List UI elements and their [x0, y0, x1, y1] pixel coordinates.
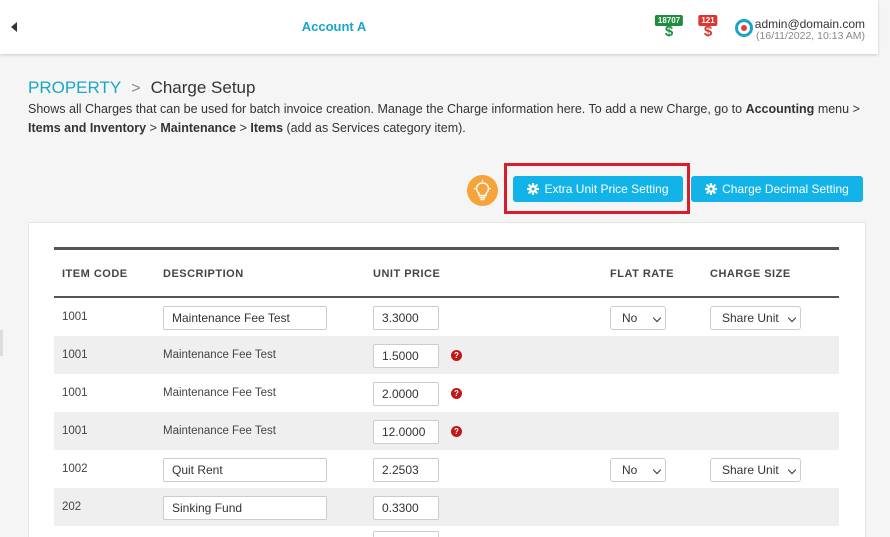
description-sep: > — [852, 102, 860, 116]
item-code: 202 — [62, 501, 82, 513]
item-code: 1001 — [62, 387, 88, 399]
table-header: ITEM CODE DESCRIPTION UNIT PRICE FLAT RA… — [54, 247, 839, 298]
item-code: 1001 — [62, 311, 88, 323]
flat-rate-value: No — [622, 311, 638, 325]
money-out-glyph: $ — [703, 23, 713, 40]
chevron-down-icon — [787, 313, 797, 323]
unit-price-input[interactable]: 1.5000 — [373, 344, 439, 368]
table-row: 1002 Quit Rent 2.2503 No Share Unit — [54, 450, 839, 488]
flat-rate-value: No — [622, 463, 638, 477]
table-row: 1001 Maintenance Fee Test 12.0000 ? — [54, 412, 839, 450]
charge-size-value: Share Unit — [722, 311, 779, 325]
side-panel-handle[interactable] — [0, 330, 3, 356]
table-row: 202 Sinking Fund 0.3300 — [54, 488, 839, 526]
table-row: 1001 Maintenance Fee Test 3.3000 No Shar… — [54, 298, 839, 336]
charge-decimal-setting-button[interactable]: Charge Decimal Setting — [691, 176, 863, 202]
charge-decimal-label: Charge Decimal Setting — [722, 182, 849, 196]
gear-icon — [527, 183, 540, 195]
header-unit-price: UNIT PRICE — [373, 268, 441, 280]
money-in-glyph: $ — [664, 23, 674, 40]
item-code: 1001 — [62, 425, 88, 437]
charge-size-value: Share Unit — [722, 463, 779, 477]
unit-price-input[interactable]: 2.2503 — [373, 458, 439, 482]
flat-rate-select[interactable]: No — [610, 306, 666, 330]
description-sep: > — [149, 121, 157, 135]
description-input[interactable]: Sinking Fund — [163, 496, 327, 520]
description-text: Maintenance Fee Test — [163, 425, 276, 437]
flat-rate-select[interactable]: No — [610, 458, 666, 482]
unit-price-input[interactable]: 12.0000 — [373, 420, 439, 444]
description-sep: > — [239, 121, 247, 135]
chevron-down-icon — [652, 465, 662, 475]
back-arrow-icon[interactable] — [11, 22, 17, 32]
description-items-inventory: Items and Inventory — [28, 121, 147, 135]
item-code: 1001 — [62, 349, 88, 361]
table-row: 1001 Maintenance Fee Test 2.0000 ? — [54, 374, 839, 412]
charges-table: ITEM CODE DESCRIPTION UNIT PRICE FLAT RA… — [54, 247, 839, 537]
description-menu-word: menu — [817, 102, 850, 116]
header-charge-size: CHARGE SIZE — [710, 268, 791, 280]
charge-size-select[interactable]: Share Unit — [710, 458, 801, 482]
breadcrumb-property[interactable]: PROPERTY — [28, 78, 121, 97]
lightbulb-icon[interactable] — [467, 175, 498, 206]
account-title: Account A — [301, 19, 367, 34]
table-row: 1001 Maintenance Fee Test 1.5000 ? — [54, 336, 839, 374]
unit-price-input[interactable]: 2.0000 — [373, 382, 439, 406]
user-email[interactable]: admin@domain.com — [755, 17, 865, 31]
header-description: DESCRIPTION — [163, 268, 244, 280]
extra-unit-price-label: Extra Unit Price Setting — [544, 182, 669, 196]
unit-price-input[interactable]: 0.3300 — [373, 496, 439, 520]
table-row-partial — [54, 526, 839, 537]
item-code: 1002 — [62, 463, 88, 475]
charge-size-select[interactable]: Share Unit — [710, 306, 801, 330]
breadcrumb-separator: > — [131, 80, 141, 97]
unit-price-input[interactable]: 3.3000 — [373, 306, 439, 330]
description-input[interactable]: Maintenance Fee Test — [163, 306, 327, 330]
header-item-code: ITEM CODE — [62, 268, 128, 280]
description-accounting: Accounting — [745, 102, 815, 116]
description-intro: Shows all Charges that can be used for b… — [28, 102, 743, 116]
money-out-icon[interactable]: 121 $ — [693, 15, 723, 41]
page-title: Charge Setup — [150, 78, 256, 97]
user-login-time: (16/11/2022, 10:13 AM) — [756, 30, 865, 42]
unit-price-input-partial[interactable] — [373, 531, 439, 537]
description-text: Maintenance Fee Test — [163, 387, 276, 399]
header-flat-rate: FLAT RATE — [610, 268, 674, 280]
description-suffix: (add as Services category item). — [286, 121, 466, 135]
description-text: Maintenance Fee Test — [163, 349, 276, 361]
chevron-down-icon — [787, 465, 797, 475]
description-maintenance: Maintenance — [160, 121, 237, 135]
description-items: Items — [250, 121, 284, 135]
extra-unit-price-setting-button[interactable]: Extra Unit Price Setting — [513, 176, 683, 202]
breadcrumb: PROPERTY > Charge Setup — [28, 78, 255, 98]
top-bar: Account A 18707 $ 121 $ admin@domain.com… — [0, 0, 878, 54]
help-icon[interactable]: ? — [451, 388, 462, 399]
gear-icon — [705, 183, 718, 195]
help-icon[interactable]: ? — [451, 350, 462, 361]
page-description: Shows all Charges that can be used for b… — [28, 100, 873, 138]
description-input[interactable]: Quit Rent — [163, 458, 327, 482]
chevron-down-icon — [652, 313, 662, 323]
notification-icon[interactable] — [735, 19, 753, 37]
help-icon[interactable]: ? — [451, 426, 462, 437]
money-in-icon[interactable]: 18707 $ — [654, 15, 684, 41]
